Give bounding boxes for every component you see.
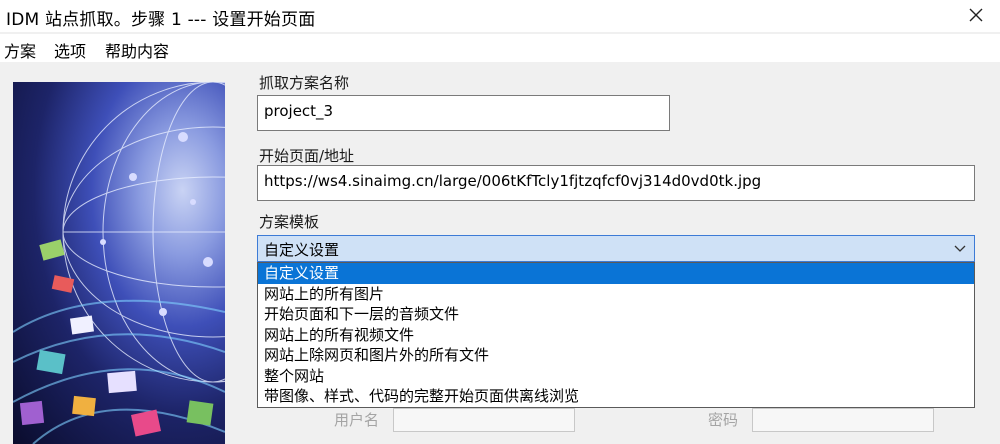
template-option[interactable]: 开始页面和下一层的音频文件 xyxy=(258,304,974,325)
close-button[interactable] xyxy=(958,0,994,30)
template-option[interactable]: 整个网站 xyxy=(258,366,974,387)
menu-item-help[interactable]: 帮助内容 xyxy=(105,38,169,62)
password-input[interactable] xyxy=(752,408,934,432)
close-icon xyxy=(969,8,983,22)
title-bar: IDM 站点抓取。步骤 1 --- 设置开始页面 xyxy=(0,0,1000,32)
template-option[interactable]: 网站上的所有视频文件 xyxy=(258,325,974,346)
template-label: 方案模板 xyxy=(259,213,320,231)
globe-illustration xyxy=(13,82,225,444)
menu-item-options[interactable]: 选项 xyxy=(54,38,86,62)
window-title: IDM 站点抓取。步骤 1 --- 设置开始页面 xyxy=(6,10,316,30)
username-input[interactable] xyxy=(393,408,575,432)
project-name-input[interactable]: project_3 xyxy=(257,95,670,131)
password-label: 密码 xyxy=(708,411,739,429)
template-select-value: 自定义设置 xyxy=(264,241,340,259)
username-label: 用户名 xyxy=(334,411,380,429)
template-option[interactable]: 网站上的所有图片 xyxy=(258,284,974,305)
wizard-illustration xyxy=(13,82,225,444)
menu-bar: 方案 选项 帮助内容 xyxy=(0,34,1000,62)
template-select[interactable]: 自定义设置 xyxy=(257,235,975,262)
template-option[interactable]: 网站上除网页和图片外的所有文件 xyxy=(258,345,974,366)
start-page-label: 开始页面/地址 xyxy=(259,147,355,165)
chevron-down-icon xyxy=(954,245,966,252)
project-name-label: 抓取方案名称 xyxy=(259,74,350,92)
start-page-input[interactable]: https://ws4.sinaimg.cn/large/006tKfTcly1… xyxy=(257,165,975,201)
template-option[interactable]: 自定义设置 xyxy=(258,263,974,284)
menu-item-scheme[interactable]: 方案 xyxy=(4,38,36,62)
template-dropdown-list: 自定义设置 网站上的所有图片 开始页面和下一层的音频文件 网站上的所有视频文件 … xyxy=(257,262,975,408)
template-option[interactable]: 带图像、样式、代码的完整开始页面供离线浏览 xyxy=(258,386,974,407)
